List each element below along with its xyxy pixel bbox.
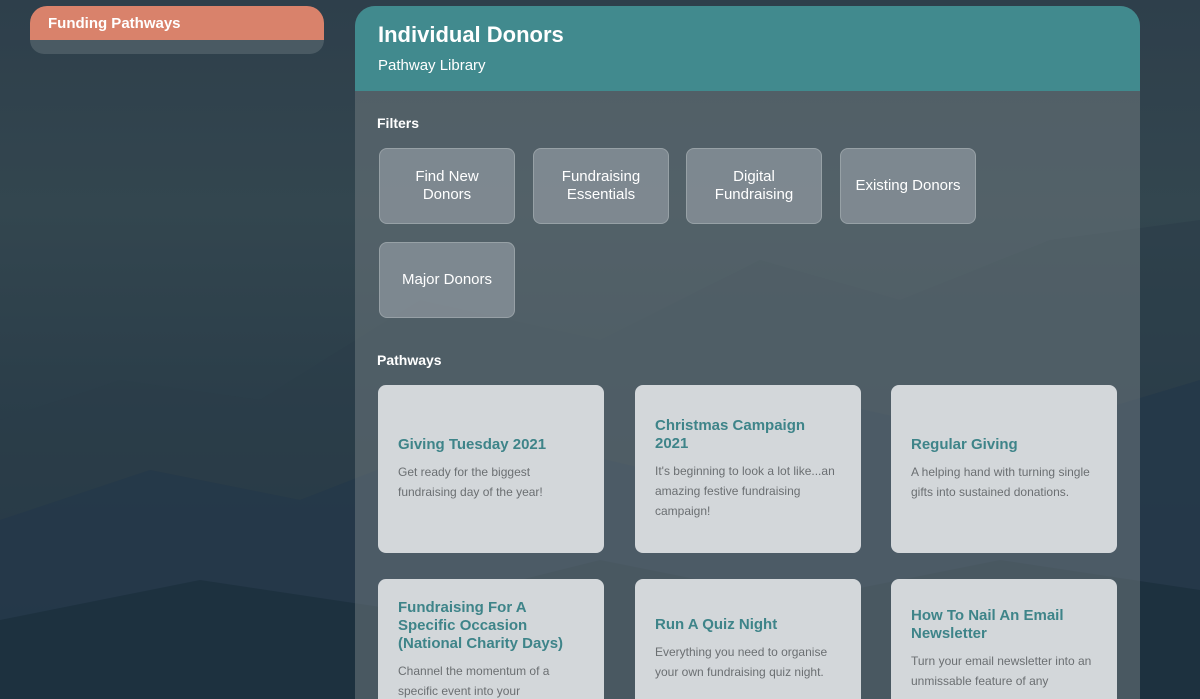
page-subtitle: Pathway Library bbox=[378, 57, 486, 74]
pathway-card-title: Run A Quiz Night bbox=[655, 616, 778, 633]
filter-major-donors[interactable]: Major Donors bbox=[379, 242, 515, 318]
pathway-card-title: How To Nail An Email Newsletter bbox=[911, 607, 1064, 642]
sidebar: Funding Pathways bbox=[30, 6, 324, 54]
pathway-card[interactable]: Fundraising For A Specific Occasion (Nat… bbox=[378, 579, 604, 699]
pathway-card-description: Get ready for the biggest fundraising da… bbox=[398, 465, 543, 499]
pathway-card[interactable]: Run A Quiz Night Everything you need to … bbox=[635, 579, 861, 699]
filter-find-new-donors[interactable]: Find New Donors bbox=[379, 148, 515, 224]
pathway-card-title: Christmas Campaign 2021 bbox=[655, 417, 806, 452]
filter-digital-fundraising[interactable]: Digital Fundraising bbox=[686, 148, 822, 224]
pathway-card-title: Fundraising For A Specific Occasion (Nat… bbox=[398, 599, 564, 652]
pathway-card-description: A helping hand with turning single gifts… bbox=[911, 465, 1090, 499]
pathway-card-title: Giving Tuesday 2021 bbox=[398, 436, 547, 453]
filter-fundraising-essentials[interactable]: Fundraising Essentials bbox=[533, 148, 669, 224]
sidebar-item-funding-pathways[interactable]: Funding Pathways bbox=[30, 6, 324, 40]
sidebar-submenu bbox=[30, 40, 324, 54]
filters-heading: Filters bbox=[377, 115, 420, 131]
pathway-card-description: Everything you need to organise your own… bbox=[655, 645, 828, 679]
pathway-card[interactable]: Giving Tuesday 2021 Get ready for the bi… bbox=[378, 385, 604, 553]
pathway-card-title: Regular Giving bbox=[911, 436, 1018, 453]
filter-existing-donors[interactable]: Existing Donors bbox=[840, 148, 976, 224]
main-panel: Individual Donors Pathway Library Filter… bbox=[355, 6, 1140, 699]
pathway-card[interactable]: Regular Giving A helping hand with turni… bbox=[891, 385, 1117, 553]
pathway-card-description: Channel the momentum of a specific event… bbox=[398, 664, 550, 698]
pathway-card-description: It's beginning to look a lot like...an a… bbox=[655, 464, 835, 518]
pathways-heading: Pathways bbox=[377, 352, 442, 368]
pathway-card-description: Turn your email newsletter into an unmis… bbox=[911, 654, 1092, 688]
panel-header: Individual Donors Pathway Library bbox=[355, 6, 1140, 91]
pathway-card[interactable]: How To Nail An Email Newsletter Turn you… bbox=[891, 579, 1117, 699]
page-title: Individual Donors bbox=[378, 22, 564, 47]
pathway-card[interactable]: Christmas Campaign 2021 It's beginning t… bbox=[635, 385, 861, 553]
